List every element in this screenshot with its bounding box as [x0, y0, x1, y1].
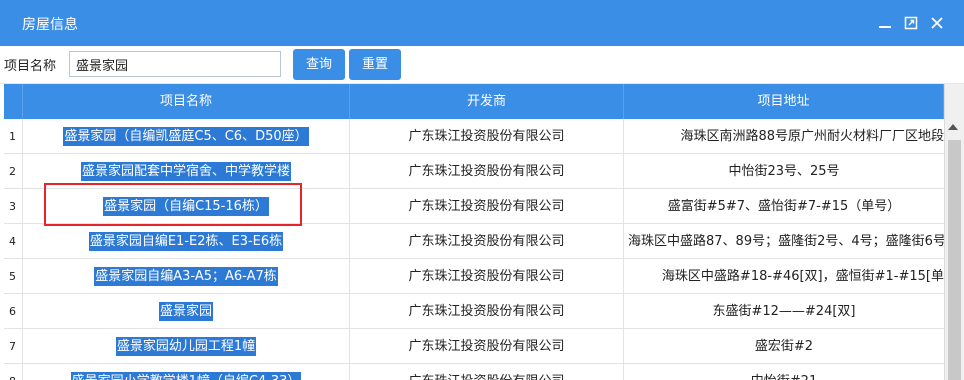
- row-number: 7: [4, 329, 23, 364]
- dialog-title: 房屋信息: [22, 17, 78, 33]
- project-name-label: 项目名称: [4, 59, 57, 74]
- address-cell: 中怡街23号、25号: [728, 164, 840, 179]
- row-number: 4: [4, 224, 23, 259]
- project-name-cell[interactable]: 盛景家园（自编凯盛庭C5、C6、D50座）: [63, 127, 309, 146]
- header-developer[interactable]: 开发商: [350, 84, 624, 119]
- table-row[interactable]: 5 盛景家园自编A3-A5；A6-A7栋 广东珠江投资股份有限公司 海珠区中盛路…: [4, 259, 944, 294]
- table-row[interactable]: 4 盛景家园自编E1-E2栋、E3-E6栋 广东珠江投资股份有限公司 海珠区中盛…: [4, 224, 944, 259]
- project-name-cell[interactable]: 盛景家园小学教学楼1幢（自编C4-33）: [70, 372, 302, 380]
- table-row[interactable]: 7 盛景家园幼儿园工程1幢 广东珠江投资股份有限公司 盛宏街#2: [4, 329, 944, 364]
- developer-cell: 广东珠江投资股份有限公司: [350, 224, 624, 259]
- address-cell: 海珠区中盛路#18-#46[双]，盛恒街#1-#15[单: [661, 269, 944, 284]
- developer-cell: 广东珠江投资股份有限公司: [350, 154, 624, 189]
- developer-cell: 广东珠江投资股份有限公司: [350, 329, 624, 364]
- project-name-cell[interactable]: 盛景家园幼儿园工程1幢: [115, 337, 257, 356]
- query-button[interactable]: 查询: [293, 49, 345, 80]
- maximize-icon[interactable]: [904, 16, 918, 30]
- close-icon[interactable]: [930, 16, 944, 30]
- dialog-titlebar: 房屋信息: [0, 0, 964, 46]
- header-address[interactable]: 项目地址: [624, 84, 944, 119]
- project-name-cell[interactable]: 盛景家园配套中学宿舍、中学教学楼: [80, 162, 291, 181]
- address-cell: 海珠区南洲路88号原广州耐火材料厂厂区地段: [680, 129, 944, 144]
- minimize-icon[interactable]: [878, 16, 892, 30]
- developer-cell: 广东珠江投资股份有限公司: [350, 189, 624, 224]
- address-cell: 中怡街#21: [624, 364, 944, 380]
- address-cell: 东盛街#12——#24[双]: [712, 304, 856, 319]
- scroll-up-arrow-icon[interactable]: [948, 124, 958, 130]
- address-cell: 盛宏街#2: [754, 339, 814, 354]
- table-row[interactable]: 6 盛景家园 广东珠江投资股份有限公司 东盛街#12——#24[双]: [4, 294, 944, 329]
- header-num: [4, 84, 23, 119]
- row-number: 3: [4, 189, 23, 224]
- developer-cell: 广东珠江投资股份有限公司: [350, 364, 624, 380]
- row-number: 8: [4, 364, 23, 380]
- row-number: 1: [4, 119, 23, 154]
- header-project-name[interactable]: 项目名称: [23, 84, 350, 119]
- developer-cell: 广东珠江投资股份有限公司: [350, 294, 624, 329]
- project-name-cell[interactable]: 盛景家园自编A3-A5；A6-A7栋: [94, 267, 278, 286]
- table-row[interactable]: 8 盛景家园小学教学楼1幢（自编C4-33） 广东珠江投资股份有限公司 中怡街#…: [4, 364, 944, 380]
- row-number: 6: [4, 294, 23, 329]
- vertical-scrollbar[interactable]: [944, 84, 964, 380]
- highlight-box: [44, 183, 302, 226]
- project-name-cell[interactable]: 盛景家园自编E1-E2栋、E3-E6栋: [88, 232, 284, 251]
- address-cell: 海珠区中盛路87、89号；盛隆街2号、4号；盛隆街6号至: [628, 234, 944, 249]
- project-table: 项目名称 开发商 项目地址 1 盛景家园（自编凯盛庭C5、C6、D50座） 广东…: [4, 84, 944, 380]
- developer-cell: 广东珠江投资股份有限公司: [350, 119, 624, 154]
- row-number: 2: [4, 154, 23, 189]
- project-name-cell[interactable]: 盛景家园: [158, 302, 213, 321]
- scroll-thumb[interactable]: [948, 140, 961, 380]
- table-header: 项目名称 开发商 项目地址: [4, 84, 944, 119]
- developer-cell: 广东珠江投资股份有限公司: [350, 259, 624, 294]
- table-row[interactable]: 1 盛景家园（自编凯盛庭C5、C6、D50座） 广东珠江投资股份有限公司 海珠区…: [4, 119, 944, 154]
- row-number: 5: [4, 259, 23, 294]
- reset-button[interactable]: 重置: [349, 49, 401, 80]
- project-name-input[interactable]: [69, 51, 281, 77]
- search-toolbar: 项目名称 查询 重置: [0, 46, 964, 84]
- address-cell: 盛富街#5#7、盛怡街#7-#15（单号）: [667, 199, 901, 214]
